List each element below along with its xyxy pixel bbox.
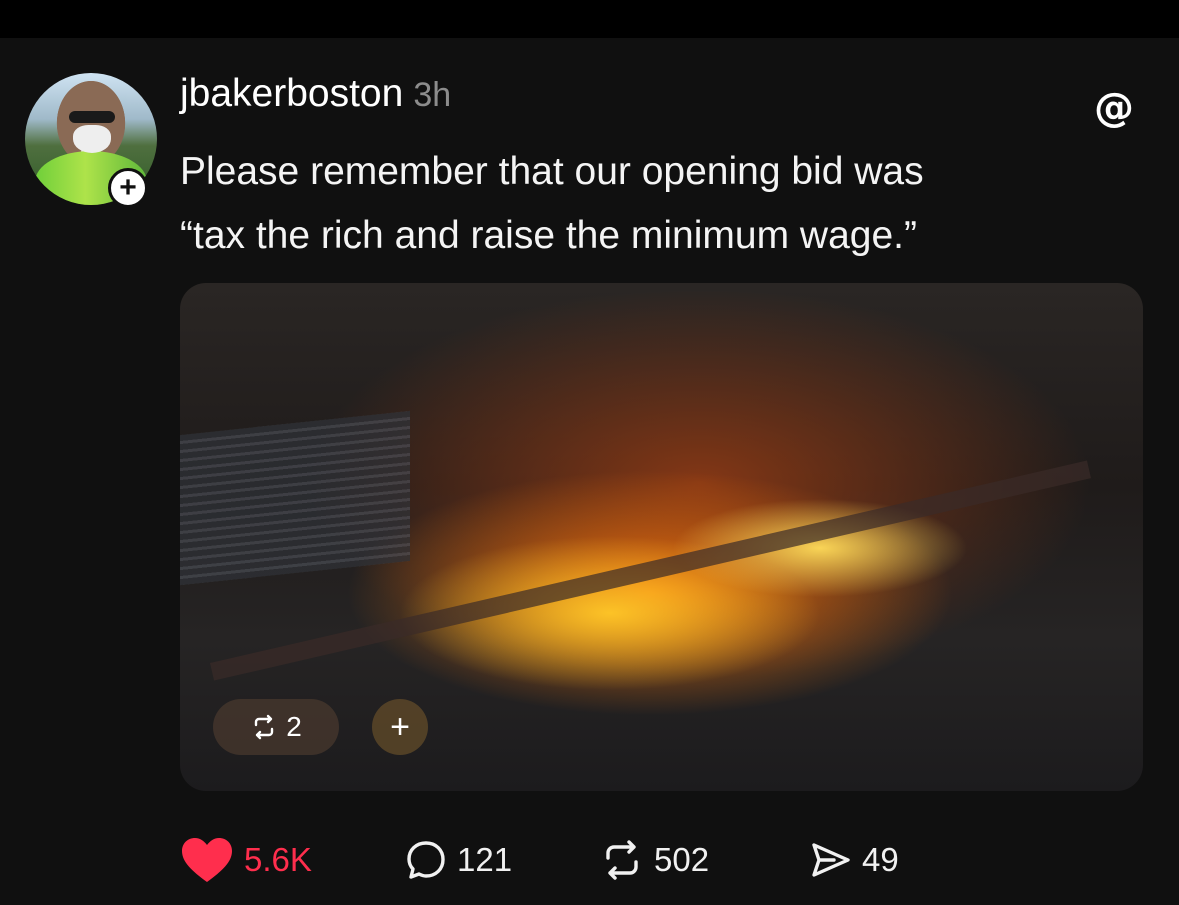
image-parking-lot xyxy=(180,410,410,586)
send-icon xyxy=(812,843,850,877)
repost-icon xyxy=(255,714,274,740)
share-count: 49 xyxy=(862,841,899,878)
repost-count: 502 xyxy=(654,841,710,878)
media-repost-chip[interactable]: 2 xyxy=(213,699,339,755)
heart-icon xyxy=(182,838,232,882)
post-image[interactable]: 2 + xyxy=(180,283,1143,791)
avatar-sunglasses xyxy=(69,111,115,123)
repost-icon xyxy=(606,840,638,880)
follow-button[interactable]: + xyxy=(108,168,148,208)
like-count: 5.6K xyxy=(244,841,312,878)
post-header: jbakerboston 3h xyxy=(180,72,451,116)
reply-button[interactable]: 121 xyxy=(405,830,512,890)
repost-button[interactable]: 502 xyxy=(600,830,709,890)
username[interactable]: jbakerboston xyxy=(180,72,403,116)
share-button[interactable]: 49 xyxy=(810,830,899,890)
post-text: Please remember that our opening bid was… xyxy=(180,150,924,257)
comment-bubble-icon xyxy=(407,841,445,879)
svg-text:@: @ xyxy=(1094,85,1134,131)
threads-logo-icon[interactable]: @ xyxy=(1090,84,1138,132)
like-button[interactable]: 5.6K xyxy=(180,830,312,890)
post-time: 3h xyxy=(413,76,452,114)
reply-count: 121 xyxy=(457,841,513,878)
top-bar xyxy=(0,0,1179,38)
media-add-button[interactable]: + xyxy=(372,699,428,755)
media-repost-count: 2 xyxy=(286,711,302,742)
avatar-mask xyxy=(73,125,111,153)
